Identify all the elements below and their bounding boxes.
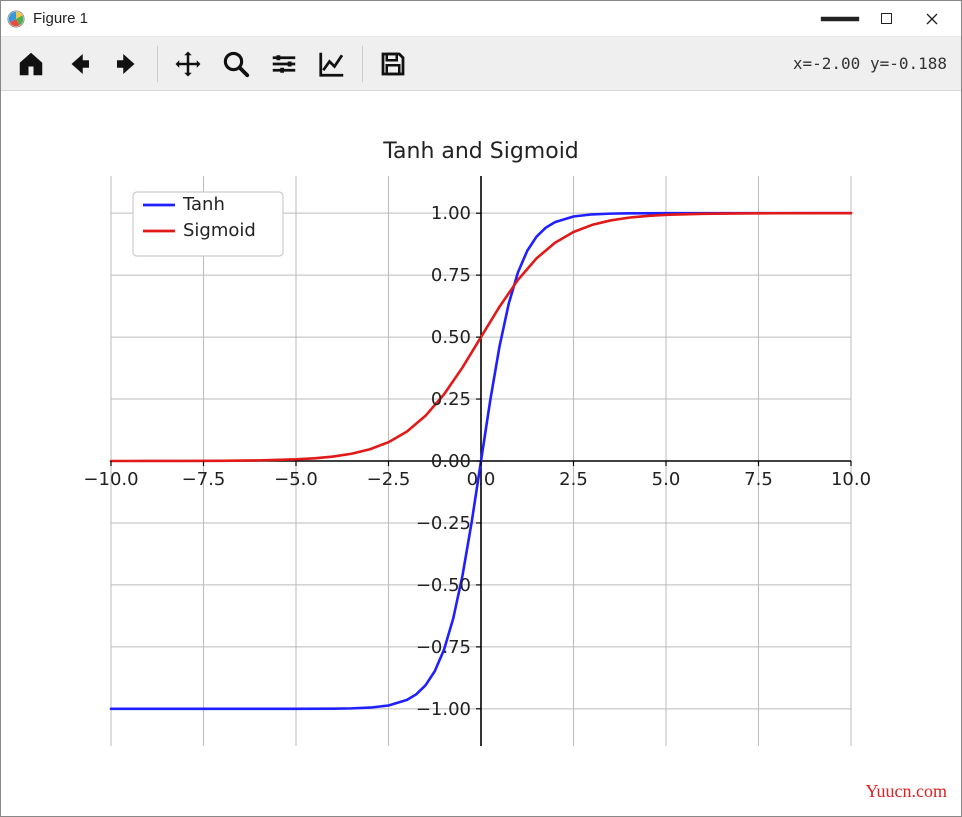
x-tick-label: −10.0 bbox=[83, 469, 138, 490]
sliders-icon bbox=[269, 49, 299, 79]
chart-line-icon bbox=[317, 49, 347, 79]
legend-label: Sigmoid bbox=[183, 220, 256, 241]
y-tick-label: −0.50 bbox=[416, 575, 471, 596]
move-icon bbox=[173, 49, 203, 79]
y-tick-label: −0.75 bbox=[416, 637, 471, 658]
x-tick-label: −2.5 bbox=[367, 469, 411, 490]
zoom-icon bbox=[221, 49, 251, 79]
y-tick-label: 0.25 bbox=[431, 389, 471, 410]
pan-button[interactable] bbox=[166, 42, 210, 86]
y-tick-label: −1.00 bbox=[416, 699, 471, 720]
home-icon bbox=[16, 49, 46, 79]
y-tick-label: 0.50 bbox=[431, 327, 471, 348]
y-tick-label: 0.75 bbox=[431, 265, 471, 286]
legend-label: Tanh bbox=[182, 194, 225, 215]
x-tick-label: 7.5 bbox=[744, 469, 773, 490]
cursor-coords: x=-2.00 y=-0.188 bbox=[793, 54, 953, 73]
save-button[interactable] bbox=[371, 42, 415, 86]
watermark-text: Yuucn.com bbox=[866, 781, 947, 802]
chart-title: Tanh and Sigmoid bbox=[382, 139, 579, 164]
y-tick-label: 1.00 bbox=[431, 203, 471, 224]
x-tick-label: −7.5 bbox=[182, 469, 226, 490]
y-tick-label: 0.00 bbox=[431, 451, 471, 472]
zoom-button[interactable] bbox=[214, 42, 258, 86]
toolbar-separator bbox=[157, 46, 158, 82]
arrow-right-icon bbox=[112, 49, 142, 79]
window-minimize-button[interactable] bbox=[817, 3, 863, 35]
back-button[interactable] bbox=[57, 42, 101, 86]
x-tick-label: 2.5 bbox=[559, 469, 588, 490]
y-tick-label: −0.25 bbox=[416, 513, 471, 534]
window-close-button[interactable] bbox=[909, 3, 955, 35]
home-button[interactable] bbox=[9, 42, 53, 86]
figure-canvas[interactable]: −10.0 −7.5 −5.0 −2.5 0.0 2.5 5.0 7.5 10.0 −1.00 −0… bbox=[1, 91, 961, 816]
x-tick-label: 10.0 bbox=[831, 469, 871, 490]
save-icon bbox=[378, 49, 408, 79]
x-tick-label: 5.0 bbox=[652, 469, 681, 490]
subplots-button[interactable] bbox=[262, 42, 306, 86]
figure-toolbar: x=-2.00 y=-0.188 bbox=[1, 37, 961, 91]
forward-button[interactable] bbox=[105, 42, 149, 86]
x-tick-label: −5.0 bbox=[274, 469, 318, 490]
window-title: Figure 1 bbox=[33, 10, 88, 27]
window-maximize-button[interactable] bbox=[863, 3, 909, 35]
axes-edit-button[interactable] bbox=[310, 42, 354, 86]
x-tick-label: 0.0 bbox=[467, 469, 496, 490]
app-icon bbox=[7, 10, 25, 28]
arrow-left-icon bbox=[64, 49, 94, 79]
toolbar-separator bbox=[362, 46, 363, 82]
window-titlebar: Figure 1 bbox=[1, 1, 961, 37]
